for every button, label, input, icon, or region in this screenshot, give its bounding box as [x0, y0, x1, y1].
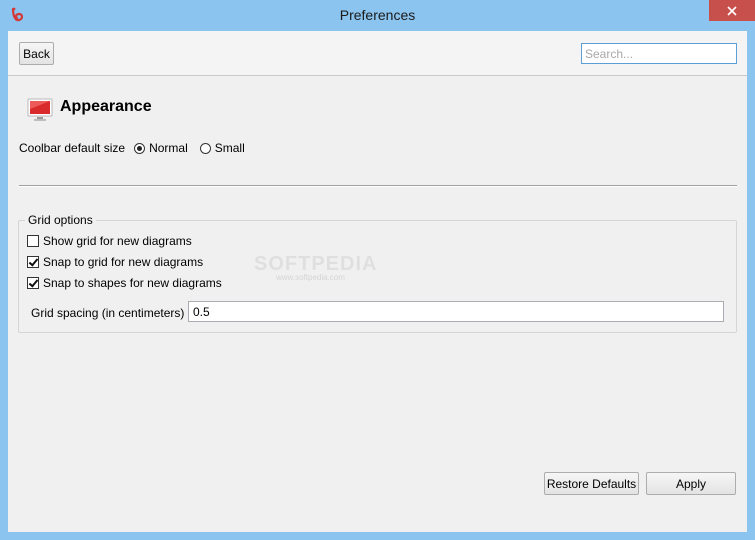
restore-defaults-button[interactable]: Restore Defaults — [544, 472, 639, 495]
toolbar: Back — [8, 31, 747, 76]
grid-spacing-label: Grid spacing (in centimeters) — [31, 306, 185, 320]
close-icon — [727, 5, 737, 16]
snap-grid-checkbox[interactable] — [27, 256, 39, 268]
watermark-url: www.softpedia.com — [276, 273, 345, 282]
snap-grid-label: Snap to grid for new diagrams — [43, 255, 204, 269]
radio-normal-label: Normal — [149, 141, 188, 155]
search-input[interactable] — [581, 43, 737, 64]
radio-small-button[interactable] — [199, 142, 211, 154]
snap-grid-option[interactable]: Snap to grid for new diagrams — [27, 254, 203, 270]
title-bar[interactable]: Preferences — [0, 0, 755, 31]
apply-button[interactable]: Apply — [646, 472, 736, 495]
separator — [19, 185, 737, 187]
grid-options-title: Grid options — [25, 213, 96, 227]
radio-small-label: Small — [214, 141, 245, 155]
coolbar-size-label: Coolbar default size — [19, 141, 126, 155]
close-button[interactable] — [709, 0, 755, 21]
snap-shapes-checkbox[interactable] — [27, 277, 39, 289]
window-title: Preferences — [339, 7, 416, 23]
show-grid-label: Show grid for new diagrams — [43, 234, 192, 248]
snap-shapes-label: Snap to shapes for new diagrams — [43, 276, 222, 290]
monitor-icon — [27, 98, 53, 121]
radio-small[interactable]: Small — [199, 141, 245, 155]
show-grid-option[interactable]: Show grid for new diagrams — [27, 233, 192, 249]
grid-spacing-input[interactable] — [188, 301, 724, 322]
page-title: Appearance — [60, 98, 152, 115]
snap-shapes-option[interactable]: Snap to shapes for new diagrams — [27, 275, 222, 291]
grid-options-group: Grid options Show grid for new diagrams … — [18, 213, 737, 333]
coolbar-size-row: Coolbar default size Normal Small — [19, 140, 257, 156]
show-grid-checkbox[interactable] — [27, 235, 39, 247]
radio-normal-button[interactable] — [134, 142, 146, 154]
back-button[interactable]: Back — [19, 42, 54, 65]
radio-normal[interactable]: Normal — [134, 141, 188, 155]
preferences-content: Back Appearance Coolbar default size Nor… — [8, 31, 747, 532]
preferences-window: Preferences Back Appearance Coolbar defa… — [0, 0, 755, 540]
